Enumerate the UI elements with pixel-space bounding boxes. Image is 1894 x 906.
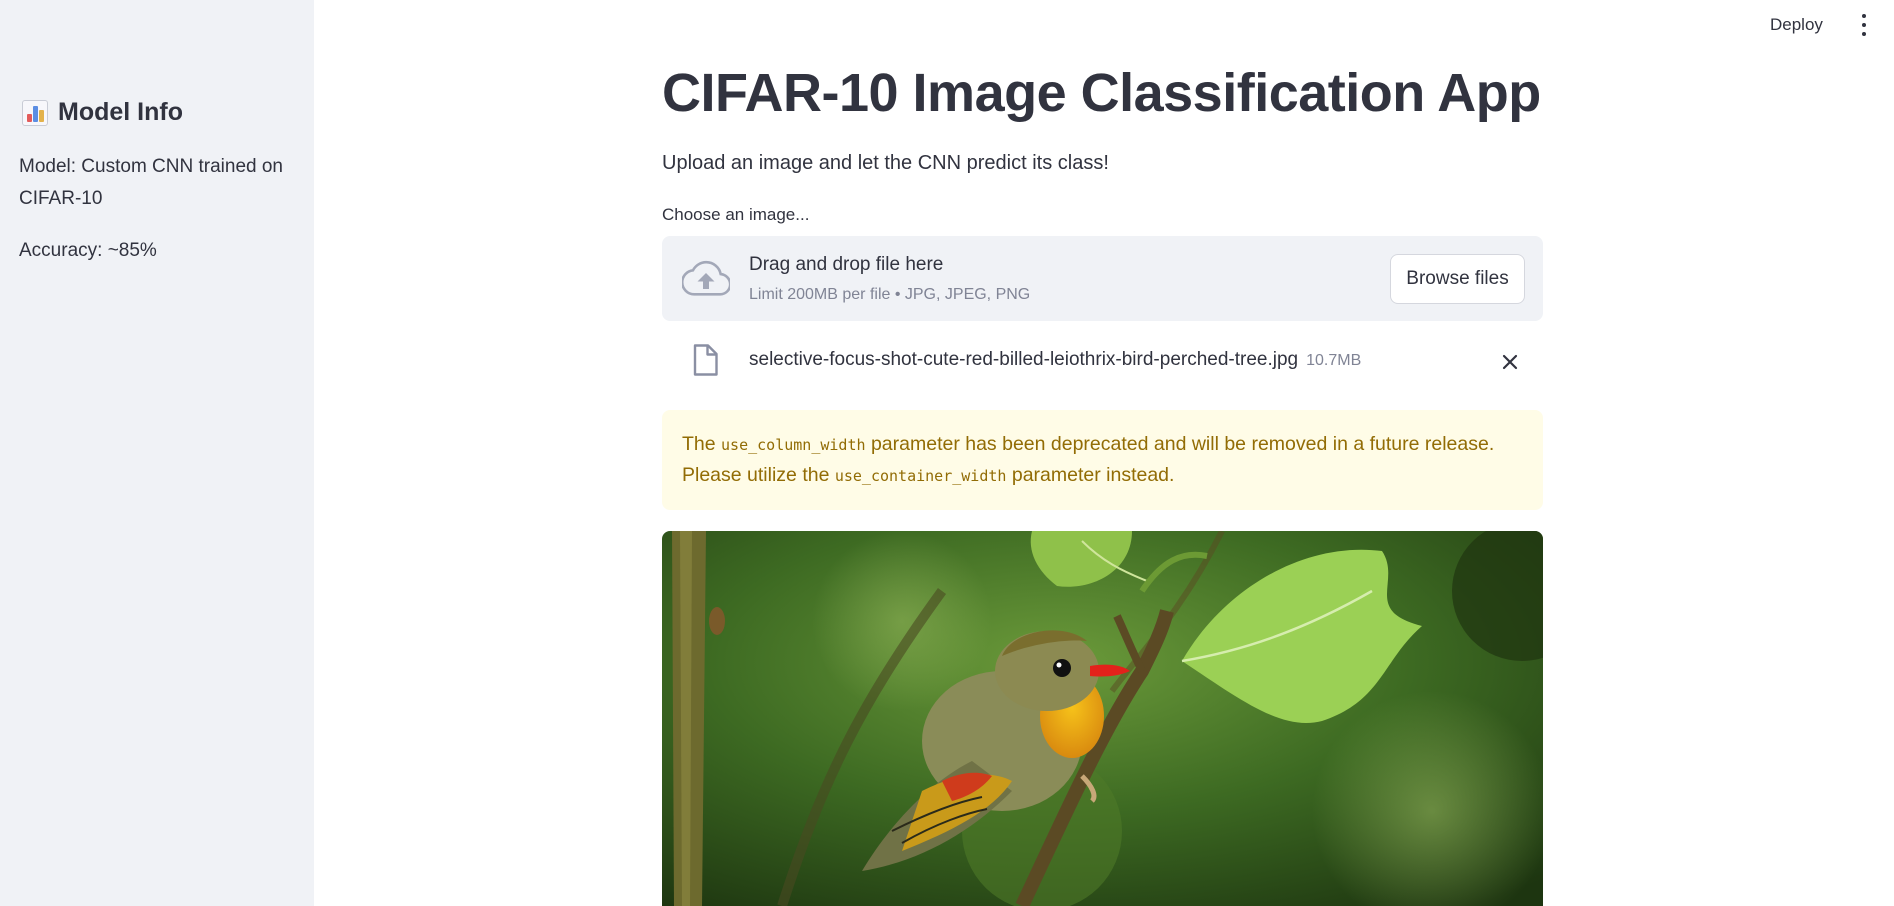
uploader-label: Choose an image... [662,205,810,224]
uploaded-file-name: selective-focus-shot-cute-red-billed-lei… [749,349,1361,371]
warning-text: The [682,433,722,455]
sidebar-title: Model Info [22,98,183,127]
bar-chart-emoji-icon [22,99,48,126]
cloud-upload-icon [682,260,730,296]
uploaded-file-row: selective-focus-shot-cute-red-billed-lei… [662,340,1543,384]
file-dropzone[interactable]: Drag and drop file here Limit 200MB per … [662,236,1543,321]
model-description: Model: Custom CNN trained on CIFAR-10 [19,156,283,209]
warning-code: use_column_width [721,436,866,454]
sidebar-title-text: Model Info [58,98,183,126]
accuracy-text: Accuracy: ~85% [19,240,157,261]
dropzone-limit: Limit 200MB per file • JPG, JPEG, PNG [749,286,1031,303]
browse-files-button[interactable]: Browse files [1390,254,1525,304]
close-icon[interactable] [1500,352,1520,372]
warning-text: parameter instead. [1006,464,1175,486]
file-icon [693,344,718,376]
file-size: 10.7MB [1306,352,1362,369]
file-name-text: selective-focus-shot-cute-red-billed-lei… [749,349,1299,370]
uploaded-image-preview [662,531,1543,906]
kebab-menu-icon[interactable] [1858,14,1870,36]
page-subtitle: Upload an image and let the CNN predict … [662,152,1109,174]
sidebar: Model Info Model: Custom CNN trained on … [0,0,314,906]
bird-photo-illustration [662,531,1543,906]
deploy-button[interactable]: Deploy [1770,12,1823,38]
deprecation-warning: The use_column_width parameter has been … [662,410,1543,510]
app-root: Model Info Model: Custom CNN trained on … [0,0,1894,906]
dropzone-title: Drag and drop file here [749,254,944,275]
page-title: CIFAR-10 Image Classification App [662,63,1541,123]
warning-code: use_container_width [834,467,1007,485]
